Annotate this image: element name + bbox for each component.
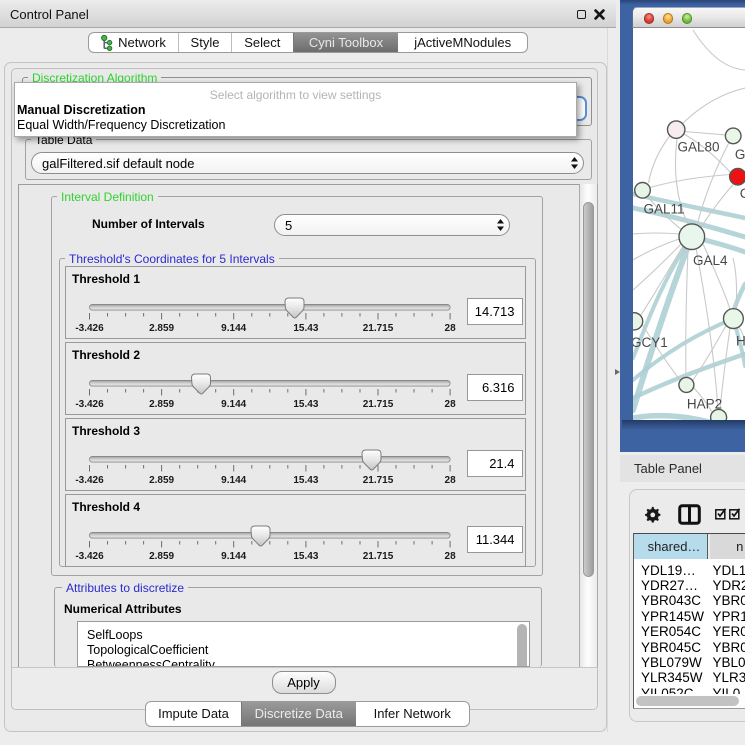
- svg-text:HAP2: HAP2: [687, 396, 722, 411]
- svg-text:GAL80: GAL80: [678, 139, 720, 154]
- svg-text:GAL11: GAL11: [644, 202, 685, 217]
- svg-text:GCY1: GCY1: [633, 335, 668, 350]
- svg-text:HIS: HIS: [736, 333, 745, 348]
- svg-text:CY: CY: [740, 186, 745, 201]
- svg-text:GAL2: GAL2: [735, 147, 745, 162]
- svg-text:GAL4: GAL4: [693, 253, 728, 268]
